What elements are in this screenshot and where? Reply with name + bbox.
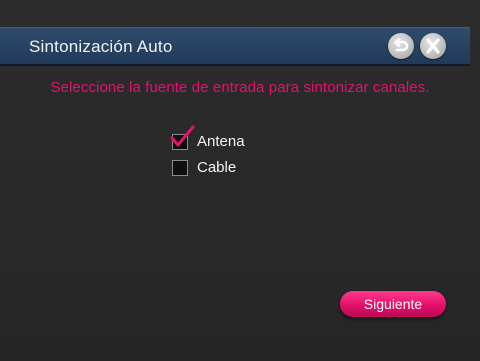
checkmark-icon <box>170 125 195 147</box>
antena-checkbox[interactable] <box>170 125 195 150</box>
auto-tuning-screen: Sintonización Auto Seleccione la fuente … <box>0 0 480 361</box>
title-bar: Sintonización Auto <box>0 27 470 65</box>
option-label-cable: Cable <box>197 159 237 176</box>
instruction-text: Seleccione la fuente de entrada para sin… <box>50 79 430 96</box>
cable-checkbox[interactable] <box>172 160 188 176</box>
back-button[interactable] <box>388 33 414 59</box>
close-x-icon <box>426 38 440 54</box>
window-title: Sintonización Auto <box>29 37 173 56</box>
option-label-antena: Antena <box>197 133 245 150</box>
close-button[interactable] <box>420 33 446 59</box>
back-arrow-icon <box>394 38 409 52</box>
next-button[interactable]: Siguiente <box>340 291 446 317</box>
